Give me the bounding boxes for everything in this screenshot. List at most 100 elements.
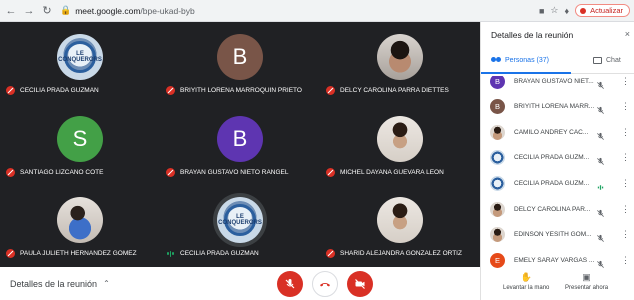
participant-list-item[interactable]: CAMILO ANDREY CAC... ⋮ (481, 119, 634, 145)
raise-hand-label: Levantar la mano (503, 285, 550, 291)
present-icon: ▣ (582, 272, 591, 282)
participant-tile[interactable]: PAULA JULIETH HERNANDEZ GOMEZ (0, 185, 160, 267)
chat-icon (593, 57, 602, 64)
browser-toolbar: ← → ↻ 🔒 meet.google.com/bpe-ukad-byb ■ ☆… (0, 0, 634, 22)
participant-name: CAMILO ANDREY CAC... (514, 128, 589, 136)
mic-off-icon (326, 249, 335, 258)
forward-arrow-icon[interactable]: → (22, 4, 36, 18)
participant-name: CECILIA PRADA GUZM... (514, 154, 590, 162)
camera-toggle-button[interactable] (347, 271, 373, 297)
participant-label: BRIYITH LORENA MARROQUIN PRIETO (166, 86, 302, 95)
participant-tile[interactable]: SHARID ALEJANDRA GONZALEZ ORTIZ (320, 185, 480, 267)
participant-list-item[interactable]: DELCY CAROLINA PAR... ⋮ (481, 196, 634, 222)
more-options-icon[interactable]: ⋮ (621, 76, 630, 87)
participant-photo-avatar (377, 34, 423, 80)
video-grid: LE CONQUERORS CECILIA PRADA GUZMAN B BRIYIT… (0, 22, 480, 267)
mic-off-icon (6, 249, 15, 258)
participant-photo-avatar (490, 201, 505, 217)
participant-logo-avatar: LE CONQUERORS (217, 197, 263, 243)
participant-label: SANTIAGO LIZCANO COTE (6, 168, 103, 177)
participant-tile[interactable]: LE CONQUERORS CECILIA PRADA GUZMAN (0, 22, 160, 104)
participant-tile[interactable]: B BRAYAN GUSTAVO NIETO RANGEL (160, 104, 320, 186)
chevron-up-icon: ⌃ (103, 279, 110, 288)
participant-photo-avatar (57, 197, 103, 243)
meeting-details-button[interactable]: Detalles de la reunión ⌃ (10, 279, 110, 289)
more-options-icon[interactable]: ⋮ (621, 255, 630, 266)
more-options-icon[interactable]: ⋮ (621, 204, 630, 215)
participant-name: CECILIA PRADA GUZM... (514, 179, 590, 187)
mic-off-icon (596, 128, 605, 140)
more-options-icon[interactable]: ⋮ (621, 152, 630, 163)
leave-call-button[interactable] (312, 271, 338, 297)
participant-name: BRAYAN GUSTAVO NIETO RANGEL (180, 169, 289, 176)
participant-list-item[interactable]: B BRIYITH LORENA MARR... ⋮ (481, 94, 634, 120)
participant-tile[interactable]: S SANTIAGO LIZCANO COTE (0, 104, 160, 186)
participant-label: MICHEL DAYANA GUEVARA LEON (326, 168, 444, 177)
present-now-button[interactable]: ▣ Presentar ahora (565, 272, 608, 291)
participant-list-item[interactable]: CECILIA PRADA GUZM... ⋮ (481, 170, 634, 196)
camera-icon[interactable]: ■ (539, 6, 544, 16)
mic-off-icon (596, 102, 605, 115)
update-button[interactable]: Actualizar (575, 4, 630, 17)
participant-list-item[interactable]: B BRAYAN GUSTAVO NIET... ⋮ (481, 76, 634, 94)
logo-text: LE CONQUERORS (218, 214, 262, 226)
participant-label: CECILIA PRADA GUZMAN (166, 249, 259, 258)
participant-avatar: B (217, 116, 263, 162)
address-bar[interactable]: meet.google.com/bpe-ukad-byb (75, 6, 539, 16)
participant-tile[interactable]: DELCY CAROLINA PARRA DIETTES (320, 22, 480, 104)
speaking-indicator-icon (596, 179, 605, 190)
camera-off-icon (355, 279, 365, 289)
tab-people-label: Personas (37) (505, 57, 549, 64)
more-options-icon[interactable]: ⋮ (621, 178, 630, 189)
participant-photo-avatar (490, 124, 505, 140)
participant-label: CECILIA PRADA GUZMAN (6, 86, 99, 95)
participant-list-item[interactable]: CECILIA PRADA GUZM... ⋮ (481, 145, 634, 171)
participant-avatar: E (490, 252, 505, 268)
people-icon (491, 57, 501, 64)
star-icon[interactable]: ☆ (550, 5, 558, 16)
participant-name: CECILIA PRADA GUZMAN (20, 87, 99, 94)
participant-logo-avatar: LE CONQUERORS (57, 34, 103, 80)
participant-logo-avatar (490, 150, 505, 166)
browser-actions: ■ ☆ ♦ Actualizar (539, 4, 630, 17)
url-path: /bpe-ukad-byb (140, 5, 195, 16)
participant-name: CECILIA PRADA GUZMAN (180, 250, 259, 257)
tab-people[interactable]: Personas (37) (481, 57, 571, 74)
more-options-icon[interactable]: ⋮ (621, 127, 630, 138)
participant-avatar: S (57, 116, 103, 162)
microphone-toggle-button[interactable] (277, 271, 303, 297)
participant-label: BRAYAN GUSTAVO NIETO RANGEL (166, 168, 288, 177)
tab-chat[interactable]: Chat (593, 57, 621, 64)
participant-avatar: B (217, 34, 263, 80)
tab-chat-label: Chat (606, 57, 621, 64)
mic-off-icon (6, 86, 15, 95)
mic-off-icon (596, 153, 605, 166)
close-icon[interactable]: × (625, 29, 630, 39)
participant-tile[interactable]: MICHEL DAYANA GUEVARA LEON (320, 104, 480, 186)
participant-name: BRAYAN GUSTAVO NIET... (514, 77, 594, 85)
mic-off-icon (285, 279, 295, 289)
mic-off-icon (326, 86, 335, 95)
reload-icon[interactable]: ↻ (40, 4, 54, 18)
back-arrow-icon[interactable]: ← (4, 4, 18, 18)
extension-icon[interactable]: ♦ (564, 6, 569, 16)
mic-off-icon (596, 256, 605, 268)
participant-tile[interactable]: B BRIYITH LORENA MARROQUIN PRIETO (160, 22, 320, 104)
participant-avatar: B (490, 99, 505, 115)
participants-list[interactable]: B BRAYAN GUSTAVO NIET... ⋮ B BRIYITH LORENA … (481, 76, 634, 284)
phone-hangup-icon (320, 283, 330, 287)
participant-name: DELCY CAROLINA PAR... (514, 205, 591, 213)
mic-off-icon (6, 168, 15, 177)
participant-label: SHARID ALEJANDRA GONZALEZ ORTIZ (326, 249, 462, 258)
more-options-icon[interactable]: ⋮ (621, 101, 630, 112)
lock-icon[interactable]: 🔒 (60, 5, 71, 16)
mic-off-icon (166, 86, 175, 95)
participant-tile[interactable]: LE CONQUERORS CECILIA PRADA GUZMAN (160, 185, 320, 267)
participant-logo-avatar (490, 175, 505, 191)
raise-hand-button[interactable]: ✋ Levantar la mano (503, 272, 549, 291)
participant-list-item[interactable]: EDINSON YESITH GOM... ⋮ (481, 222, 634, 248)
more-options-icon[interactable]: ⋮ (621, 229, 630, 240)
participant-name: SHARID ALEJANDRA GONZALEZ ORTIZ (340, 250, 462, 257)
participant-name: EMELY SARAY VARGAS ... (514, 256, 595, 264)
mic-off-icon (326, 168, 335, 177)
